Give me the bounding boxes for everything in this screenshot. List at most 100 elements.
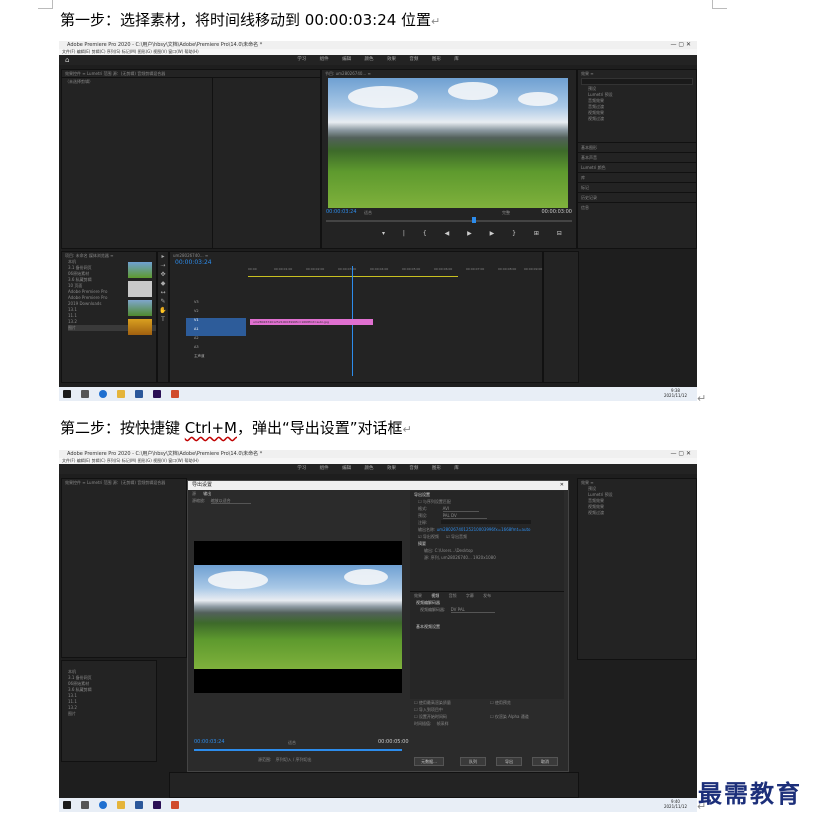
master-track[interactable]: 主声道 xyxy=(186,354,246,363)
premiere-icon[interactable] xyxy=(153,390,161,398)
source-scaling-select[interactable]: 缩放以适合 xyxy=(210,498,251,504)
track-header[interactable]: A1 xyxy=(186,327,246,336)
timeline-ruler[interactable]: 00:00 00:00:01:00 00:00:02:00 00:00:03:0… xyxy=(248,267,543,275)
video-codec-heading[interactable]: 视频编解码器 xyxy=(410,599,564,606)
file-explorer-icon[interactable] xyxy=(117,801,125,809)
option-checkbox[interactable]: ☐ 使用预览 xyxy=(490,699,511,706)
video-clip[interactable]: um28026740125210003996fx=1668fmt=auto.jp… xyxy=(250,319,373,325)
effects-section[interactable]: 信息 xyxy=(578,202,696,212)
file-explorer-icon[interactable] xyxy=(117,390,125,398)
workspace-bar[interactable]: ⌂ 学习 组件 编辑 颜色 效果 音频 图形 库 xyxy=(59,55,697,65)
settings-tab[interactable]: 音频 xyxy=(449,593,457,598)
export-audio-checkbox[interactable]: ☑ 导出音频 xyxy=(446,534,467,539)
workspace-tabs[interactable]: 学习 组件 编辑 颜色 效果 音频 图形 库 xyxy=(297,466,459,471)
system-clock[interactable]: 9:40 2021/11/12 xyxy=(664,799,687,809)
workspace-tabs[interactable]: 学习 组件 编辑 颜色 效果 音频 图形 库 xyxy=(297,57,459,62)
cloud-shape xyxy=(344,569,388,585)
export-fit-select[interactable]: 适合 xyxy=(288,739,296,746)
tab-output[interactable]: 输出 xyxy=(203,491,211,496)
program-fit-select[interactable]: 适合 xyxy=(364,209,372,216)
edge-browser-icon[interactable] xyxy=(99,390,107,398)
summary-heading[interactable]: 摘要 xyxy=(410,540,564,547)
export-settings-dialog: 导出设置 ✕ 源 输出 源缩放: 缩放以适合 00:00:03:24 适合 00… xyxy=(187,480,569,772)
tool-icons[interactable]: ▸ ⇢ ✥ ◆ ↔ ✎ ✋ T xyxy=(158,252,168,324)
word-icon[interactable] xyxy=(135,801,143,809)
task-view-icon[interactable] xyxy=(81,390,89,398)
settings-tab[interactable]: 效果 xyxy=(414,593,422,598)
settings-tabs[interactable]: 效果 视频 音频 字幕 发布 xyxy=(410,591,564,599)
premiere-icon[interactable] xyxy=(153,801,161,809)
program-label[interactable]: 节目: um28026740... ≡ xyxy=(322,70,576,77)
export-settings-heading[interactable]: 导出设置 xyxy=(410,491,564,498)
time-interpolation-select[interactable]: 帧采样 xyxy=(437,721,449,726)
task-view-icon[interactable] xyxy=(81,801,89,809)
comments-field[interactable] xyxy=(440,520,531,524)
source-panel: 效果控件 ≡ Lumetri 范围 源：(无剪辑) 音频剪辑混合器 （未选择剪辑… xyxy=(61,69,321,249)
queue-button[interactable]: 队列 xyxy=(460,757,486,766)
settings-tab[interactable]: 字幕 xyxy=(466,593,474,598)
metadata-button[interactable]: 元数据... xyxy=(414,757,444,766)
home-icon[interactable]: ⌂ xyxy=(65,55,69,65)
media-thumbnail[interactable] xyxy=(128,262,152,278)
app-icon[interactable] xyxy=(171,390,179,398)
app-icon[interactable] xyxy=(171,801,179,809)
output-name-link[interactable]: um28026740125210003996fx=1668fmt=auto xyxy=(437,527,531,532)
option-checkbox[interactable]: ☐ 使用最高渲染质量 xyxy=(410,699,564,706)
project-tabs[interactable]: 项目: 未命名 媒体浏览器 ≡ xyxy=(62,252,156,259)
playhead-marker[interactable] xyxy=(472,217,476,223)
source-tabs[interactable]: 效果控件 ≡ Lumetri 范围 源：(无剪辑) 音频剪辑混合器 xyxy=(62,70,320,78)
settings-tab[interactable]: 发布 xyxy=(483,593,491,598)
effects-search[interactable] xyxy=(581,78,693,85)
option-checkbox[interactable]: ☐ 仅渲染 Alpha 通道 xyxy=(490,713,529,720)
track-header[interactable]: A2 xyxy=(186,336,246,345)
effects-section[interactable]: Lumetri 颜色 xyxy=(578,162,696,172)
edge-browser-icon[interactable] xyxy=(99,801,107,809)
program-quality-select[interactable]: 完整 xyxy=(502,209,510,216)
effects-section[interactable]: 历史记录 xyxy=(578,192,696,202)
effects-section[interactable]: 标记 xyxy=(578,182,696,192)
media-thumbnail[interactable] xyxy=(128,319,152,335)
track-header[interactable]: V1 xyxy=(186,318,246,327)
word-icon[interactable] xyxy=(135,390,143,398)
cancel-button[interactable]: 取消 xyxy=(532,757,558,766)
media-thumbnail[interactable] xyxy=(128,281,152,297)
program-timecode-left[interactable]: 00:00:03:24 xyxy=(326,209,357,216)
ruler-tick: 00:00:09:00 xyxy=(524,267,543,271)
work-area-bar[interactable] xyxy=(248,276,458,277)
export-video-checkbox[interactable]: ☑ 导出视频 xyxy=(418,534,439,539)
dialog-close-icon[interactable]: ✕ xyxy=(560,481,564,490)
track-header[interactable]: V3 xyxy=(186,300,246,309)
timeline-tab[interactable]: um28026740... ≡ xyxy=(170,252,542,259)
export-button[interactable]: 导出 xyxy=(496,757,522,766)
windows-start-icon[interactable] xyxy=(63,390,71,398)
export-audio-label: 导出音频 xyxy=(451,534,467,539)
effects-section[interactable]: 基本图形 xyxy=(578,142,696,152)
program-scrubber[interactable] xyxy=(326,220,572,222)
clock-date: 2021/11/12 xyxy=(663,804,687,809)
match-sequence-checkbox[interactable]: ☐ 与序列设置匹配 xyxy=(410,498,564,505)
media-thumbnail[interactable] xyxy=(128,300,152,316)
ruler-tick: 00:00:04:00 xyxy=(370,267,389,271)
effects-section[interactable]: 库 xyxy=(578,172,696,182)
effects-section[interactable]: 基本声音 xyxy=(578,152,696,162)
ruler-tick: 00:00:02:00 xyxy=(306,267,325,271)
track-header[interactable]: V2 xyxy=(186,309,246,318)
comments-label: 注释: xyxy=(418,520,428,525)
timeline-timecode[interactable]: 00:00:03:24 xyxy=(170,259,542,266)
basic-video-heading[interactable]: 基本视频设置 xyxy=(410,623,564,630)
window-controls[interactable]: — ▢ ✕ xyxy=(670,450,691,458)
windows-start-icon[interactable] xyxy=(63,801,71,809)
effects-title[interactable]: 效果 ≡ xyxy=(578,70,696,77)
source-range-select[interactable]: 序列切入 / 序列切出 xyxy=(276,757,312,762)
workspace-bar[interactable]: 学习 组件 编辑 颜色 效果 音频 图形 库 xyxy=(59,464,697,474)
export-timecode-left[interactable]: 00:00:03:24 xyxy=(194,739,225,746)
export-range-bar[interactable] xyxy=(194,749,402,751)
tab-source[interactable]: 源 xyxy=(192,491,196,496)
window-controls[interactable]: — ▢ ✕ xyxy=(670,41,691,49)
settings-tab[interactable]: 视频 xyxy=(431,593,439,598)
video-codec-select[interactable]: DV PAL xyxy=(450,607,495,613)
option-checkbox[interactable]: ☐ 导入到项目中 xyxy=(410,706,564,713)
track-header[interactable]: A3 xyxy=(186,345,246,354)
system-clock[interactable]: 9:38 2021/11/12 xyxy=(664,388,687,398)
option-checkbox[interactable]: ☐ 设置开始时间码 xyxy=(410,713,564,720)
